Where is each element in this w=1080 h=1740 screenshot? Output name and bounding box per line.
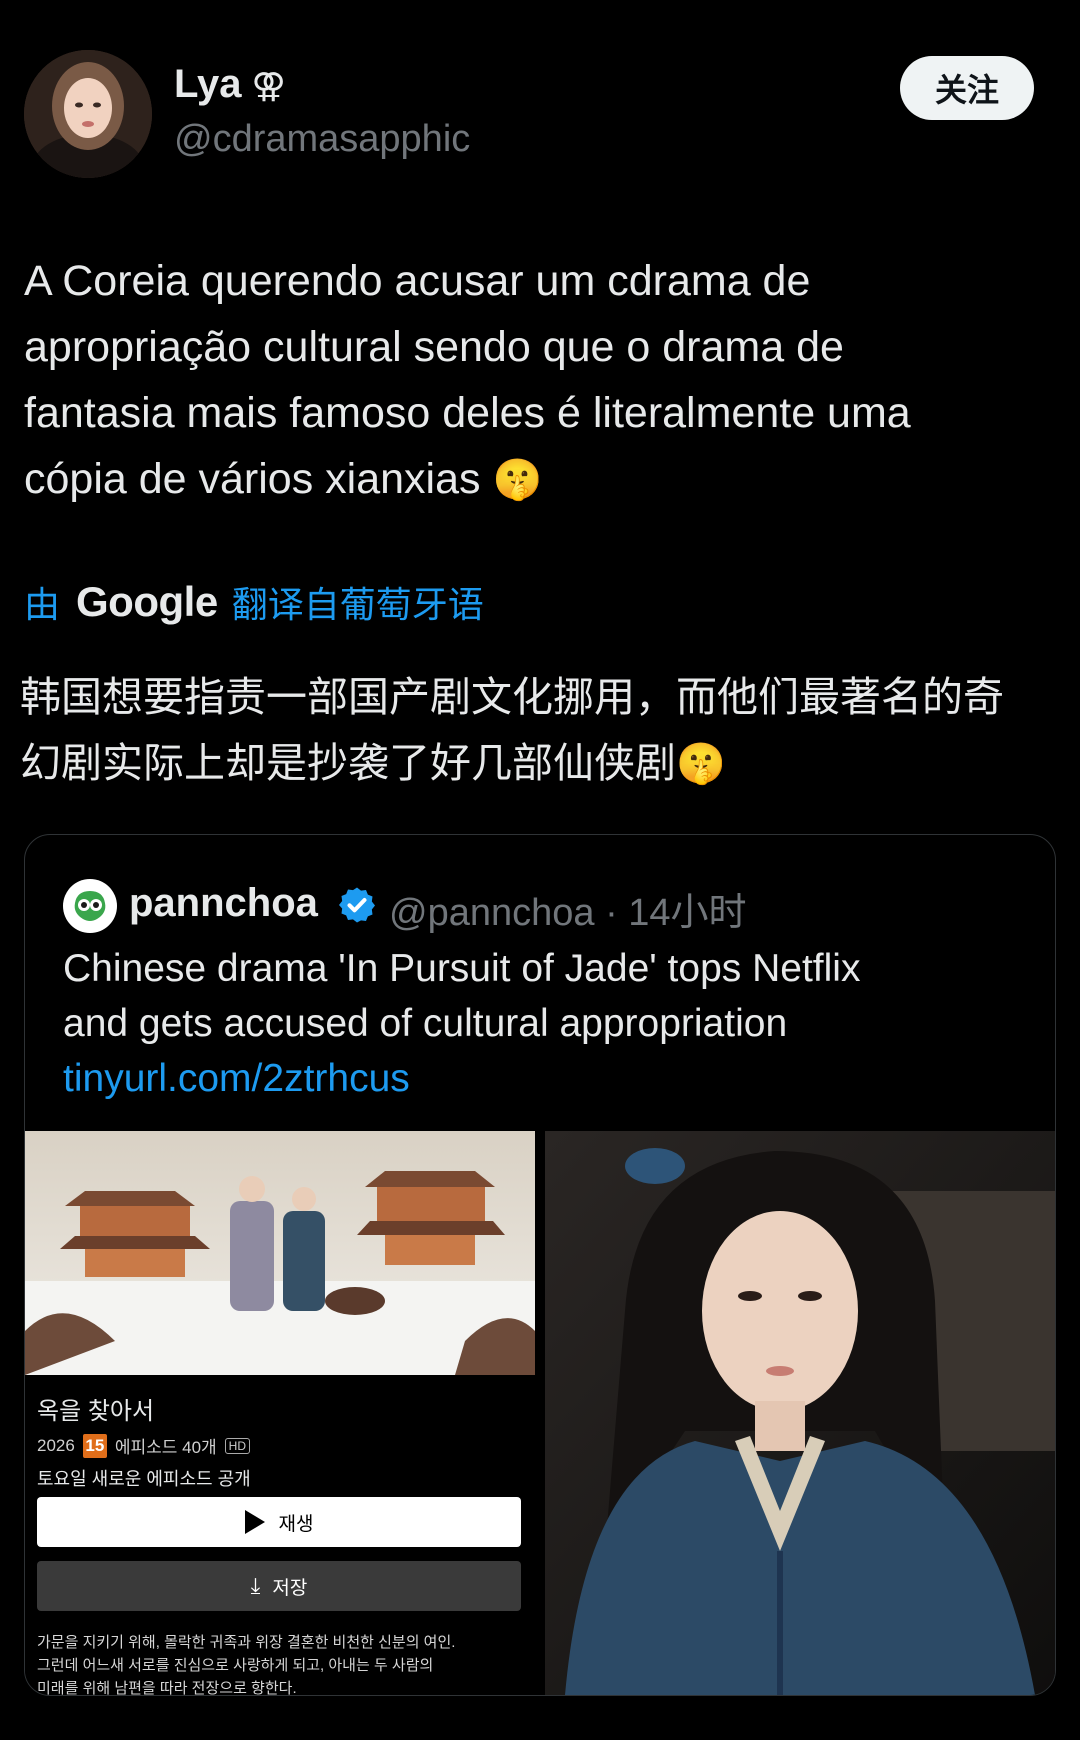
- drama-meta: 2026 15 에피소드 40개 HD: [37, 1433, 251, 1458]
- translated-text: 韩国想要指责一部国产剧文化挪用，而他们最著名的奇 幻剧实际上却是抄袭了好几部仙侠…: [20, 664, 1060, 797]
- drama-title: 옥을 찾아서: [37, 1398, 155, 1425]
- media-netflix-screenshot[interactable]: 옥을 찾아서 2026 15 에피소드 40개 HD 토요일 새로운 에피소드 …: [25, 1131, 535, 1695]
- drama-year: 2026: [37, 1435, 75, 1455]
- description-line: 가문을 지키기 위해, 몰락한 귀족과 위장 결혼한 비천한 신분의 여인.: [37, 1634, 456, 1651]
- drama-description: 가문을 지키기 위해, 몰락한 귀족과 위장 결혼한 비천한 신분의 여인. 그…: [37, 1631, 527, 1695]
- tweet-line: apropriação cultural sendo que o drama d…: [24, 323, 844, 371]
- shushing-face-emoji: 🤫: [492, 458, 543, 502]
- play-label: 재생: [278, 1513, 314, 1535]
- drama-poster-image: [25, 1131, 535, 1375]
- tweet-line: A Coreia querendo acusar um cdrama de: [24, 257, 811, 305]
- save-label: 저장: [272, 1577, 308, 1599]
- display-name-text[interactable]: Lya: [174, 62, 241, 106]
- quoted-display-name[interactable]: pannchoa: [129, 881, 318, 926]
- display-name[interactable]: Lya ⚢: [174, 62, 286, 107]
- save-button[interactable]: ⤓ 저장: [37, 1561, 521, 1611]
- description-line: 미래를 위해 남편을 따라 전장으로 향한다.: [37, 1680, 297, 1695]
- translated-by-label: 由: [24, 584, 61, 625]
- episode-count: 에피소드 40개: [114, 1438, 217, 1457]
- avatar[interactable]: [24, 50, 152, 178]
- quoted-tweet-card[interactable]: pannchoa @pannchoa · 14小时 Chinese drama …: [24, 834, 1056, 1696]
- media-actor-photo[interactable]: [545, 1131, 1055, 1695]
- age-rating-badge: 15: [82, 1433, 107, 1458]
- new-episode-notice: 토요일 새로운 에피소드 공개: [37, 1469, 251, 1489]
- user-handle[interactable]: @cdramasapphic: [174, 118, 470, 161]
- quoted-handle-time: @pannchoa · 14小时: [389, 892, 747, 934]
- tweet-text: A Coreia querendo acusar um cdrama de ap…: [24, 248, 1054, 513]
- translated-line: 韩国想要指责一部国产剧文化挪用，而他们最著名的奇: [20, 674, 1004, 720]
- hd-badge: HD: [224, 1437, 251, 1454]
- tweet-line: fantasia mais famoso deles é literalment…: [24, 389, 911, 437]
- translated-from-label[interactable]: 翻译自葡萄牙语: [232, 576, 484, 628]
- follow-button[interactable]: 关注: [900, 56, 1034, 120]
- quoted-link[interactable]: tinyurl.com/2ztrhcus: [63, 1051, 1023, 1106]
- translated-line: 幻剧实际上却是抄袭了好几部仙侠剧🤫: [20, 730, 1060, 797]
- quoted-text-line: Chinese drama 'In Pursuit of Jade' tops …: [63, 947, 861, 990]
- download-icon: ⤓: [250, 1573, 261, 1598]
- translation-bar[interactable]: 由 Google 翻译自葡萄牙语: [24, 574, 484, 630]
- translated-line-text: 幻剧实际上却是抄袭了好几部仙侠剧: [20, 740, 676, 786]
- quoted-avatar[interactable]: [63, 879, 117, 933]
- quoted-tweet-text: Chinese drama 'In Pursuit of Jade' tops …: [63, 941, 1023, 1106]
- quoted-text-line: and gets accused of cultural appropriati…: [63, 1002, 788, 1045]
- shushing-face-emoji: 🤫: [676, 742, 726, 786]
- tweet-line: cópia de vários xianxias 🤫: [24, 446, 1054, 513]
- play-icon: [244, 1510, 265, 1534]
- verified-badge-icon: [339, 887, 375, 923]
- play-button[interactable]: 재생: [37, 1497, 521, 1547]
- description-line: 그런데 어느새 서로를 진심으로 사랑하게 되고, 아내는 두 사람의: [37, 1657, 434, 1674]
- google-logo: Google: [76, 578, 218, 625]
- pannchoa-logo-icon: [68, 884, 112, 928]
- double-venus-icon: ⚢: [251, 67, 286, 105]
- tweet-line-text: cópia de vários xianxias: [24, 455, 481, 503]
